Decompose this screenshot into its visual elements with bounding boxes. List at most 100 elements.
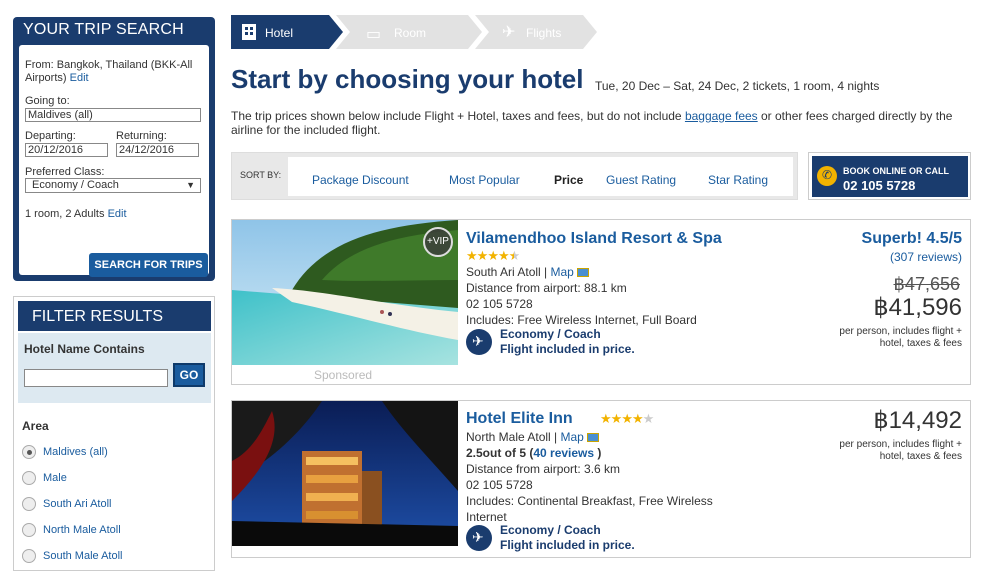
from-value-1: Bangkok, Thailand (BKK-All [56, 59, 193, 71]
area-option-label: South Ari Atoll [43, 498, 112, 510]
price-disclaimer: The trip prices shown below include Flig… [231, 109, 971, 137]
radio-icon[interactable] [22, 523, 36, 537]
area-option-label: Maldives (all) [43, 446, 108, 458]
radio-selected-icon[interactable] [22, 445, 36, 459]
star-icon: ★ [600, 411, 612, 426]
hotel-price: ฿14,492 [873, 407, 962, 434]
sort-price[interactable]: Price [554, 173, 583, 187]
step-label: Hotel [265, 26, 294, 40]
half-star-icon: ★ [508, 248, 521, 263]
trip-search-title: YOUR TRIP SEARCH [23, 21, 184, 38]
price-note-line: per person, includes flight + [839, 439, 962, 450]
radio-icon[interactable] [22, 497, 36, 511]
hotel-photo[interactable]: +VIP [232, 220, 458, 365]
flight-icon: ✈ [466, 329, 492, 355]
going-to-label: Going to: [25, 95, 70, 107]
returning-date-field[interactable] [116, 143, 199, 157]
departing-label: Departing: [25, 130, 76, 142]
guest-rating-label: Superb! 4.5/5 [861, 230, 962, 247]
hotel-location: South Ari Atoll [466, 265, 541, 279]
step-room[interactable]: ▭ Room [336, 15, 482, 49]
star-rating: ★★★★★ [600, 411, 655, 427]
trip-search-body: From: Bangkok, Thailand (BKK-All Airport… [19, 45, 209, 277]
class-select-value: Economy / Coach [32, 179, 119, 191]
chevron-down-icon: ▼ [186, 180, 195, 190]
sort-package-discount[interactable]: Package Discount [312, 173, 409, 187]
hotel-price: ฿41,596 [873, 294, 962, 321]
radio-icon[interactable] [22, 549, 36, 563]
map-icon[interactable] [587, 433, 600, 443]
map-link[interactable]: Map [551, 265, 574, 279]
sort-guest-rating[interactable]: Guest Rating [606, 173, 676, 187]
step-flights[interactable]: ✈ Flights [475, 15, 597, 49]
hotel-includes: Includes: Continental Breakfast, Free Wi… [466, 494, 713, 508]
sort-most-popular[interactable]: Most Popular [449, 173, 520, 187]
search-trips-button[interactable]: SEARCH FOR TRIPS [89, 253, 208, 277]
baggage-fees-link[interactable]: baggage fees [685, 109, 758, 123]
flight-icon: ✈ [466, 525, 492, 551]
hotel-photo[interactable] [232, 401, 458, 546]
star-rating: ★★★★★ [466, 248, 521, 264]
price-note-line: per person, includes flight + [839, 326, 962, 337]
step-label: Flights [526, 26, 562, 40]
radio-icon[interactable] [22, 471, 36, 485]
filter-title: FILTER RESULTS [18, 301, 211, 331]
guest-rating: 2.5out of 5 ( [466, 446, 534, 460]
hotel-card: Hotel Elite Inn ★★★★★ North Male Atoll |… [231, 400, 971, 558]
hotel-includes: Includes: Free Wireless Internet, Full B… [466, 313, 697, 327]
hotel-card: +VIP Sponsored Vilamendhoo Island Resort… [231, 219, 971, 385]
from-value-2: Airports) [25, 72, 67, 84]
hotel-phone: 02 105 5728 [466, 478, 533, 492]
sort-star-rating[interactable]: Star Rating [708, 173, 768, 187]
price-note: per person, includes flight + hotel, tax… [839, 439, 962, 463]
empty-star-icon: ★ [642, 411, 655, 426]
star-icon: ★ [487, 248, 499, 263]
sort-options: Package Discount Most Popular Price Gues… [288, 157, 793, 196]
hotel-name-link[interactable]: Hotel Elite Inn [466, 410, 573, 428]
vip-badge: +VIP [423, 227, 453, 257]
plane-icon: ✈ [502, 24, 516, 41]
hotel-name-input[interactable] [24, 369, 168, 387]
departing-date-field[interactable] [25, 143, 108, 157]
price-note-line: hotel, taxes & fees [879, 338, 962, 349]
airport-distance: Distance from airport: 88.1 km [466, 281, 627, 295]
sort-label: SORT BY: [240, 170, 282, 180]
book-online-text: BOOK ONLINE OR CALL [843, 166, 949, 176]
step-hotel[interactable]: Hotel [231, 15, 343, 49]
map-icon[interactable] [577, 268, 590, 278]
reviews-link[interactable]: (307 reviews) [890, 250, 962, 264]
edit-rooms-link[interactable]: Edit [108, 208, 127, 220]
returning-label: Returning: [116, 130, 167, 142]
book-phone-number[interactable]: 02 105 5728 [843, 178, 915, 193]
original-price: ฿47,656 [893, 274, 960, 294]
go-button[interactable]: GO [173, 363, 205, 387]
flight-class: Economy / Coach [500, 523, 601, 537]
bed-icon: ▭ [366, 26, 382, 43]
star-icon: ★ [610, 411, 623, 426]
sort-bar: SORT BY: Package Discount Most Popular P… [231, 152, 798, 200]
area-label: Area [22, 419, 49, 433]
area-option-label: Male [43, 472, 67, 484]
class-select[interactable]: Economy / Coach ▼ [25, 178, 201, 193]
star-icon: ★ [621, 411, 633, 426]
area-option-label: South Male Atoll [43, 550, 123, 562]
flight-included-note: Flight included in price. [500, 342, 635, 356]
reviews-link[interactable]: 40 reviews [533, 446, 594, 460]
book-call-banner: ✆ BOOK ONLINE OR CALL 02 105 5728 [812, 156, 968, 197]
hotel-name-link[interactable]: Vilamendhoo Island Resort & Spa [466, 230, 722, 248]
book-call-box: ✆ BOOK ONLINE OR CALL 02 105 5728 [808, 152, 971, 200]
star-icon: ★ [631, 411, 644, 426]
hotel-name-label: Hotel Name Contains [24, 342, 145, 356]
sponsored-label: Sponsored [314, 368, 373, 382]
map-link[interactable]: Map [561, 430, 584, 444]
price-note: per person, includes flight + hotel, tax… [839, 326, 962, 350]
from-label: From: [25, 59, 54, 71]
edit-origin-link[interactable]: Edit [70, 72, 89, 84]
going-to-field[interactable] [25, 108, 201, 122]
star-icon: ★ [497, 248, 510, 263]
trip-summary: Tue, 20 Dec – Sat, 24 Dec, 2 tickets, 1 … [595, 79, 880, 93]
trip-search-panel: YOUR TRIP SEARCH From: Bangkok, Thailand… [13, 17, 215, 281]
price-note-line: hotel, taxes & fees [879, 451, 962, 462]
star-icon: ★ [476, 248, 489, 263]
guest-rating-close: ) [594, 446, 602, 460]
